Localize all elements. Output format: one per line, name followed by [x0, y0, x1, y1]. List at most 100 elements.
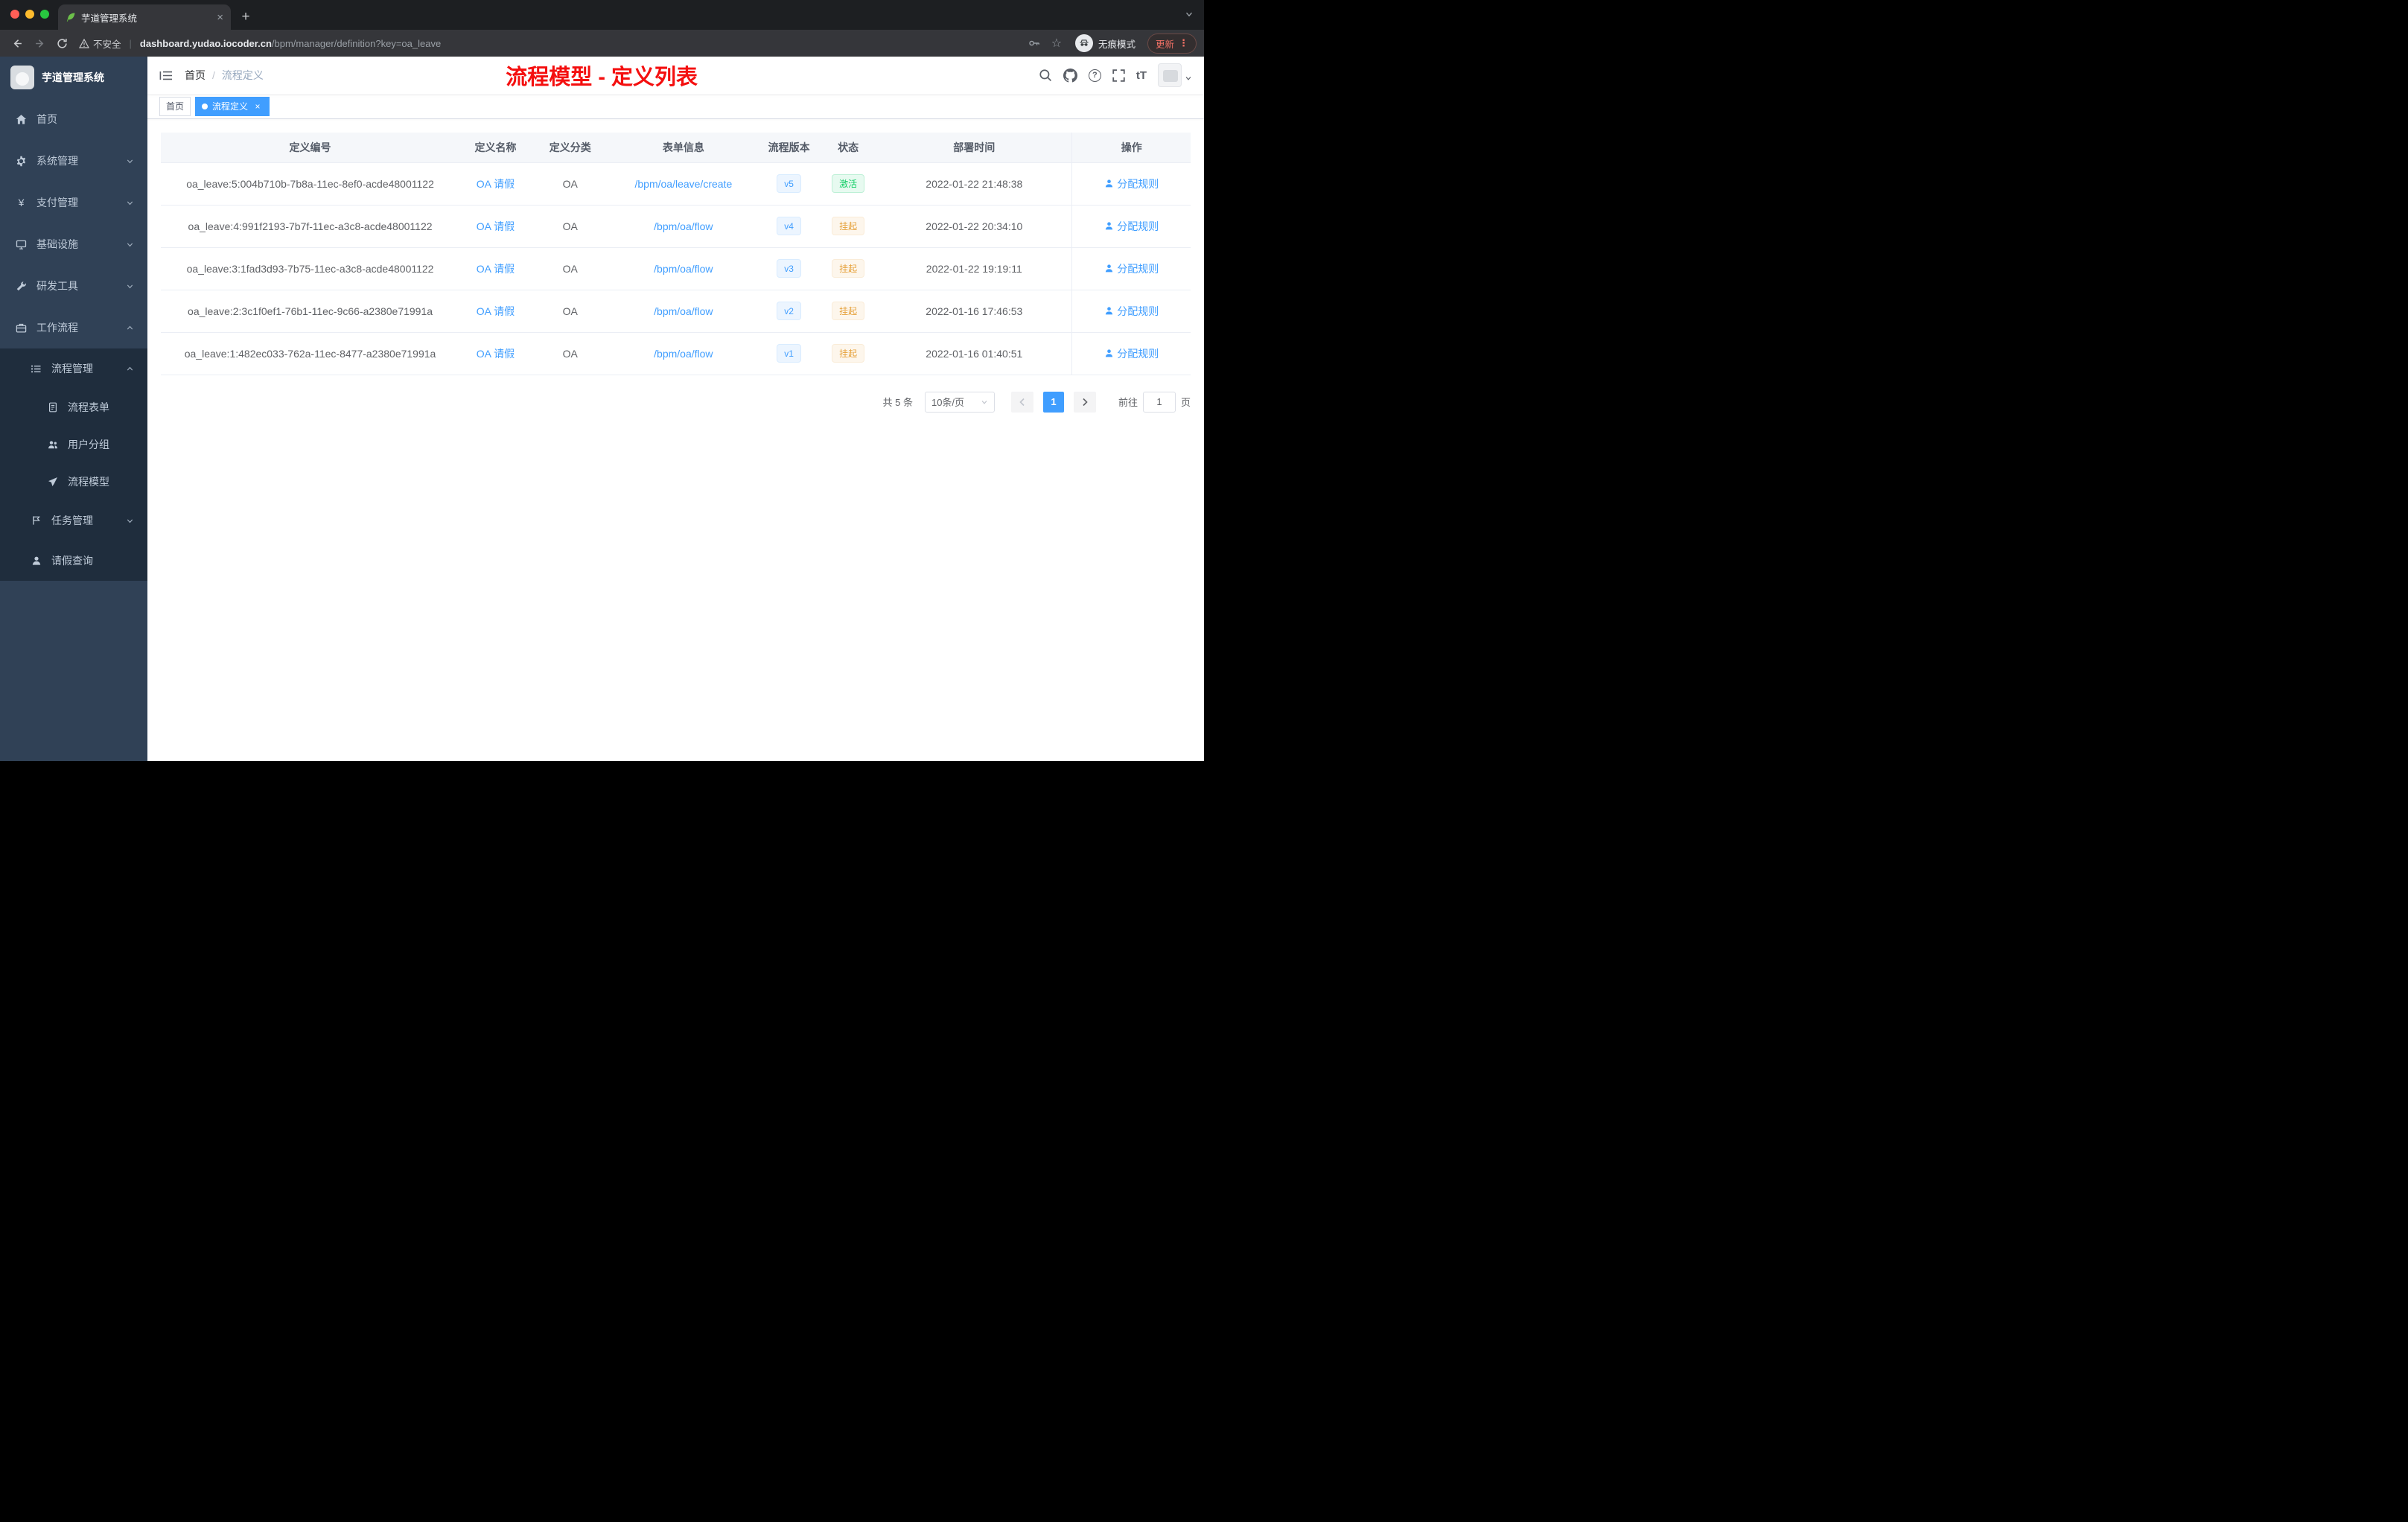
cell-definition-id: oa_leave:4:991f2193-7b7f-11ec-a3c8-acde4… — [161, 205, 460, 248]
definition-name-link[interactable]: OA 请假 — [477, 348, 515, 360]
browser-menu-dots-icon[interactable]: ⋮ — [1179, 37, 1188, 49]
sidebar-logo[interactable]: 芋道管理系统 — [0, 57, 147, 98]
assign-rule-link[interactable]: 分配规则 — [1104, 261, 1159, 276]
chevron-up-icon — [126, 365, 134, 373]
definition-name-link[interactable]: OA 请假 — [477, 178, 515, 190]
address-bar[interactable]: dashboard.yudao.iocoder.cn/bpm/manager/d… — [140, 38, 1022, 49]
person-icon — [30, 555, 42, 566]
navbar: 首页 / 流程定义 流程模型 - 定义列表 ? tT — [147, 57, 1204, 94]
search-icon[interactable] — [1039, 69, 1052, 82]
font-size-icon[interactable]: tT — [1136, 69, 1147, 82]
send-icon — [46, 477, 59, 487]
table-row: oa_leave:3:1fad3d93-7b75-11ec-a3c8-acde4… — [161, 247, 1191, 290]
cell-category: OA — [531, 290, 609, 333]
sidebar-menu: 首页 系统管理 ¥ 支付管理 基础设施 研发工具 工作流程 流程管理 流程表单 … — [0, 98, 147, 761]
version-badge: v5 — [777, 174, 801, 193]
close-window-button[interactable] — [10, 10, 19, 19]
workflow-submenu: 流程管理 流程表单 用户分组 流程模型 任务管理 请假查询 — [0, 348, 147, 581]
sidebar-item-process-model[interactable]: 流程模型 — [0, 463, 147, 500]
chevron-down-icon — [126, 199, 134, 207]
form-link[interactable]: /bpm/oa/flow — [654, 220, 713, 232]
sidebar-item-infrastructure[interactable]: 基础设施 — [0, 223, 147, 265]
sidebar-item-label: 工作流程 — [36, 322, 78, 334]
github-icon[interactable] — [1063, 68, 1077, 83]
definition-name-link[interactable]: OA 请假 — [477, 220, 515, 232]
form-link[interactable]: /bpm/oa/leave/create — [634, 178, 732, 190]
assign-rule-link[interactable]: 分配规则 — [1104, 176, 1159, 191]
sidebar-item-workflow[interactable]: 工作流程 — [0, 307, 147, 348]
status-badge: 挂起 — [832, 259, 865, 278]
active-dot — [202, 103, 208, 109]
tag-home[interactable]: 首页 — [159, 96, 191, 116]
col-header-actions: 操作 — [1071, 133, 1191, 163]
total-count: 共 5 条 — [882, 397, 913, 408]
sidebar-item-system[interactable]: 系统管理 — [0, 140, 147, 182]
assign-rule-link[interactable]: 分配规则 — [1104, 219, 1159, 234]
minimize-window-button[interactable] — [25, 10, 34, 19]
page-number-1[interactable]: 1 — [1042, 391, 1064, 413]
breadcrumb-separator: / — [212, 69, 215, 81]
page-jumper: 前往 页 — [1118, 391, 1191, 413]
fullscreen-icon[interactable] — [1112, 69, 1125, 82]
goto-page-input[interactable] — [1142, 391, 1176, 413]
sidebar-item-process-form[interactable]: 流程表单 — [0, 389, 147, 426]
sidebar-item-label: 系统管理 — [36, 155, 78, 167]
form-link[interactable]: /bpm/oa/flow — [654, 305, 713, 317]
back-button[interactable] — [7, 34, 27, 53]
sidebar-toggle-icon[interactable] — [159, 70, 173, 81]
form-link[interactable]: /bpm/oa/flow — [654, 263, 713, 275]
breadcrumb-home[interactable]: 首页 — [185, 68, 206, 83]
cell-category: OA — [531, 247, 609, 290]
sidebar-item-process-management[interactable]: 流程管理 — [0, 348, 147, 389]
tab-search-chevron-icon[interactable] — [1185, 9, 1194, 22]
url-separator: | — [129, 37, 132, 49]
cell-category: OA — [531, 162, 609, 206]
sidebar-item-home[interactable]: 首页 — [0, 98, 147, 140]
browser-toolbar: 不安全 | dashboard.yudao.iocoder.cn/bpm/man… — [0, 30, 1204, 57]
status-badge: 激活 — [832, 174, 865, 193]
sidebar-item-task-management[interactable]: 任务管理 — [0, 500, 147, 541]
cell-category: OA — [531, 205, 609, 248]
help-icon[interactable]: ? — [1088, 69, 1101, 82]
form-link[interactable]: /bpm/oa/flow — [654, 348, 713, 360]
user-icon — [1106, 349, 1113, 357]
forward-button[interactable] — [30, 34, 49, 53]
assign-rule-link[interactable]: 分配规则 — [1104, 346, 1159, 361]
tag-label: 首页 — [166, 101, 185, 112]
tab-close-icon[interactable]: × — [217, 12, 223, 23]
definition-name-link[interactable]: OA 请假 — [477, 263, 515, 275]
sidebar-item-devtools[interactable]: 研发工具 — [0, 265, 147, 307]
password-key-icon[interactable] — [1025, 34, 1044, 53]
logo-title: 芋道管理系统 — [42, 71, 104, 83]
security-label: 不安全 — [93, 39, 121, 50]
user-avatar-menu[interactable] — [1158, 63, 1192, 87]
reload-button[interactable] — [52, 34, 71, 53]
browser-tab[interactable]: 芋道管理系统 × — [58, 4, 231, 30]
avatar — [1158, 63, 1182, 87]
sidebar-item-label: 流程模型 — [68, 476, 109, 488]
zoom-window-button[interactable] — [40, 10, 49, 19]
cell-definition-id: oa_leave:5:004b710b-7b8a-11ec-8ef0-acde4… — [161, 162, 460, 206]
caret-down-icon — [1185, 72, 1192, 86]
sidebar-item-payment[interactable]: ¥ 支付管理 — [0, 182, 147, 223]
next-page-button[interactable] — [1073, 391, 1096, 413]
tools-icon — [15, 281, 28, 292]
assign-rule-link[interactable]: 分配规则 — [1104, 304, 1159, 319]
version-badge: v3 — [777, 259, 801, 278]
sidebar-item-leave-query[interactable]: 请假查询 — [0, 541, 147, 581]
browser-update-button[interactable]: 更新 ⋮ — [1147, 33, 1197, 54]
security-indicator[interactable]: 不安全 — [79, 36, 121, 51]
prev-page-button[interactable] — [1010, 391, 1033, 413]
new-tab-button[interactable]: + — [235, 7, 256, 28]
sidebar-item-user-group[interactable]: 用户分组 — [0, 426, 147, 463]
table-row: oa_leave:2:3c1f0ef1-76b1-11ec-9c66-a2380… — [161, 290, 1191, 333]
sidebar-item-label: 基础设施 — [36, 238, 78, 250]
main-area: 首页 / 流程定义 流程模型 - 定义列表 ? tT 首页 流程定义 × 定义编… — [147, 57, 1204, 761]
table-row: oa_leave:1:482ec033-762a-11ec-8477-a2380… — [161, 332, 1191, 375]
tag-close-icon[interactable]: × — [252, 101, 263, 112]
tag-process-definition[interactable]: 流程定义 × — [195, 96, 270, 116]
tags-view-bar: 首页 流程定义 × — [147, 94, 1204, 119]
definition-name-link[interactable]: OA 请假 — [477, 305, 515, 317]
bookmark-star-icon[interactable]: ☆ — [1047, 34, 1066, 53]
page-size-select[interactable]: 10条/页 — [924, 391, 995, 413]
